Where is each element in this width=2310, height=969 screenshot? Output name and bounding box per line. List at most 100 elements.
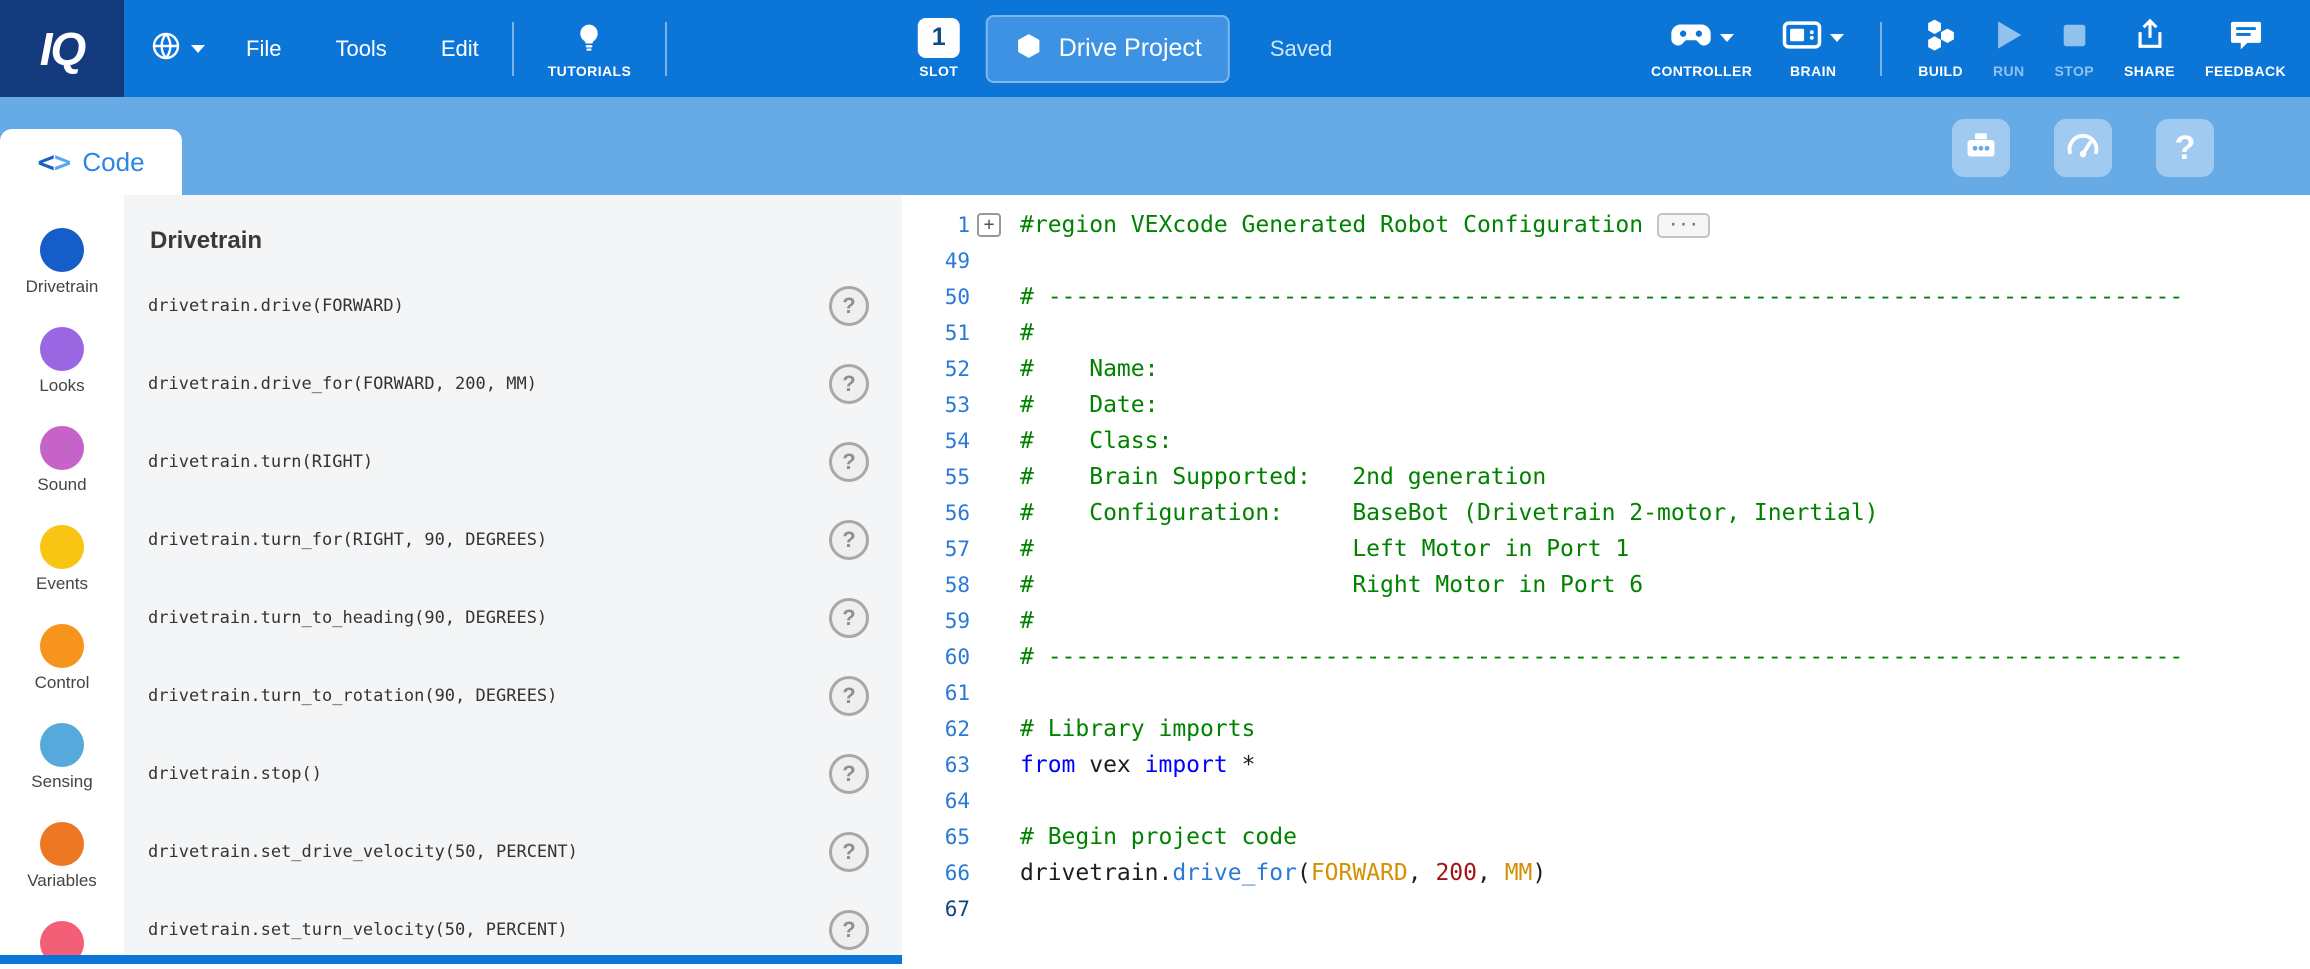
gauge-icon [2064,127,2102,170]
line-number: 51 [902,315,970,351]
command-help-button[interactable]: ? [829,442,869,482]
code-text: # Date: [1020,387,1158,423]
category-dot-icon [40,822,84,866]
sidebar-item-drivetrain[interactable]: Drivetrain [26,228,99,327]
command-text: drivetrain.drive(FORWARD) [148,296,829,316]
tutorials-button[interactable]: TUTORIALS [548,19,631,79]
code-line[interactable]: 56# Configuration: BaseBot (Drivetrain 2… [902,495,2310,531]
code-token: # Right Motor in Port 6 [1020,572,1643,598]
menu-tools[interactable]: Tools [308,36,413,62]
code-line[interactable]: 1+#region VEXcode Generated Robot Config… [902,207,2310,243]
line-number: 64 [902,783,970,819]
code-line[interactable]: 57 # Left Motor in Port 1 [902,531,2310,567]
command-row[interactable]: drivetrain.set_drive_velocity(50, PERCEN… [148,813,869,891]
code-token: 200 [1435,860,1477,886]
code-line[interactable]: 58 # Right Motor in Port 6 [902,567,2310,603]
code-text: drivetrain.drive_for(FORWARD, 200, MM) [1020,855,1546,891]
code-line[interactable]: 62# Library imports [902,711,2310,747]
sidebar-item-looks[interactable]: Looks [39,327,84,426]
command-row[interactable]: drivetrain.stop()? [148,735,869,813]
command-row[interactable]: drivetrain.turn_to_rotation(90, DEGREES)… [148,657,869,735]
language-button[interactable] [150,30,205,67]
code-token: # Left Motor in Port 1 [1020,536,1629,562]
command-row[interactable]: drivetrain.turn_for(RIGHT, 90, DEGREES)? [148,501,869,579]
command-row[interactable]: drivetrain.turn(RIGHT)? [148,423,869,501]
stop-label: STOP [2055,63,2094,79]
command-text: drivetrain.set_drive_velocity(50, PERCEN… [148,842,829,862]
run-button[interactable]: RUN [1993,19,2025,79]
code-line[interactable]: 60# ------------------------------------… [902,639,2310,675]
command-row[interactable]: drivetrain.drive_for(FORWARD, 200, MM)? [148,345,869,423]
code-line[interactable]: 66drivetrain.drive_for(FORWARD, 200, MM) [902,855,2310,891]
sidebar-item-control[interactable]: Control [35,624,90,723]
code-token: , [1408,860,1436,886]
category-label: Sound [37,475,86,495]
project-name-button[interactable]: Drive Project [986,15,1230,83]
code-line[interactable]: 63from vex import * [902,747,2310,783]
app-logo-text: IQ [40,22,85,76]
code-line[interactable]: 55# Brain Supported: 2nd generation [902,459,2310,495]
code-line[interactable]: 59# [902,603,2310,639]
code-token: # [1020,608,1034,634]
code-line[interactable]: 67 [902,891,2310,927]
code-token: # Brain Supported: 2nd generation [1020,464,1546,490]
code-line[interactable]: 53# Date: [902,387,2310,423]
code-editor[interactable]: 1+#region VEXcode Generated Robot Config… [902,195,2310,964]
code-line[interactable]: 49 [902,243,2310,279]
share-button[interactable]: SHARE [2124,19,2175,79]
command-help-button[interactable]: ? [829,676,869,716]
gauge-button[interactable] [2054,119,2112,177]
code-token: ( [1297,860,1311,886]
code-line[interactable]: 51# [902,315,2310,351]
category-dot-icon [40,723,84,767]
line-number: 58 [902,567,970,603]
line-number: 54 [902,423,970,459]
command-help-button[interactable]: ? [829,832,869,872]
line-number: 52 [902,351,970,387]
sidebar-item-sensing[interactable]: Sensing [31,723,92,822]
build-label: BUILD [1918,63,1963,79]
help-button[interactable]: ? [2156,119,2214,177]
code-token: * [1228,752,1256,778]
command-help-button[interactable]: ? [829,286,869,326]
toolbar-divider [512,22,514,76]
code-text: # Brain Supported: 2nd generation [1020,459,1546,495]
command-row[interactable]: drivetrain.drive(FORWARD)? [148,267,869,345]
brain-button[interactable]: BRAIN [1782,19,1844,79]
sidebar-item-sound[interactable]: Sound [37,426,86,525]
sidebar-item-variables[interactable]: Variables [27,822,97,921]
code-line[interactable]: 54# Class: [902,423,2310,459]
code-line[interactable]: 65# Begin project code [902,819,2310,855]
sidebar-item-events[interactable]: Events [36,525,88,624]
device-info-button[interactable] [1952,119,2010,177]
code-line[interactable]: 50# ------------------------------------… [902,279,2310,315]
command-row[interactable]: drivetrain.turn_to_heading(90, DEGREES)? [148,579,869,657]
menu-file[interactable]: File [219,36,308,62]
feedback-button[interactable]: FEEDBACK [2205,19,2286,79]
stop-button[interactable]: STOP [2055,19,2094,79]
code-line[interactable]: 52# Name: [902,351,2310,387]
command-help-button[interactable]: ? [829,520,869,560]
code-line[interactable]: 61 [902,675,2310,711]
tab-code[interactable]: <> Code [0,129,182,195]
code-token: # Begin project code [1020,824,1297,850]
device-actions: CONTROLLER BRAIN BUILD [1651,19,2310,79]
command-text: drivetrain.stop() [148,764,829,784]
build-button[interactable]: BUILD [1918,19,1963,79]
fold-expand-icon[interactable]: + [977,213,1001,237]
command-help-button[interactable]: ? [829,910,869,950]
menu-edit[interactable]: Edit [414,36,506,62]
code-line[interactable]: 64 [902,783,2310,819]
toolbar-divider [1880,22,1882,76]
code-token: from [1020,752,1075,778]
brain-icon [1782,21,1822,54]
folded-region-ellipsis[interactable]: ··· [1657,213,1710,238]
slot-button[interactable]: 1 SLOT [918,19,960,79]
category-label: Variables [27,871,97,891]
controller-button[interactable]: CONTROLLER [1651,19,1752,79]
command-help-button[interactable]: ? [829,754,869,794]
toolbar-divider [665,22,667,76]
line-number: 57 [902,531,970,567]
command-help-button[interactable]: ? [829,598,869,638]
command-help-button[interactable]: ? [829,364,869,404]
